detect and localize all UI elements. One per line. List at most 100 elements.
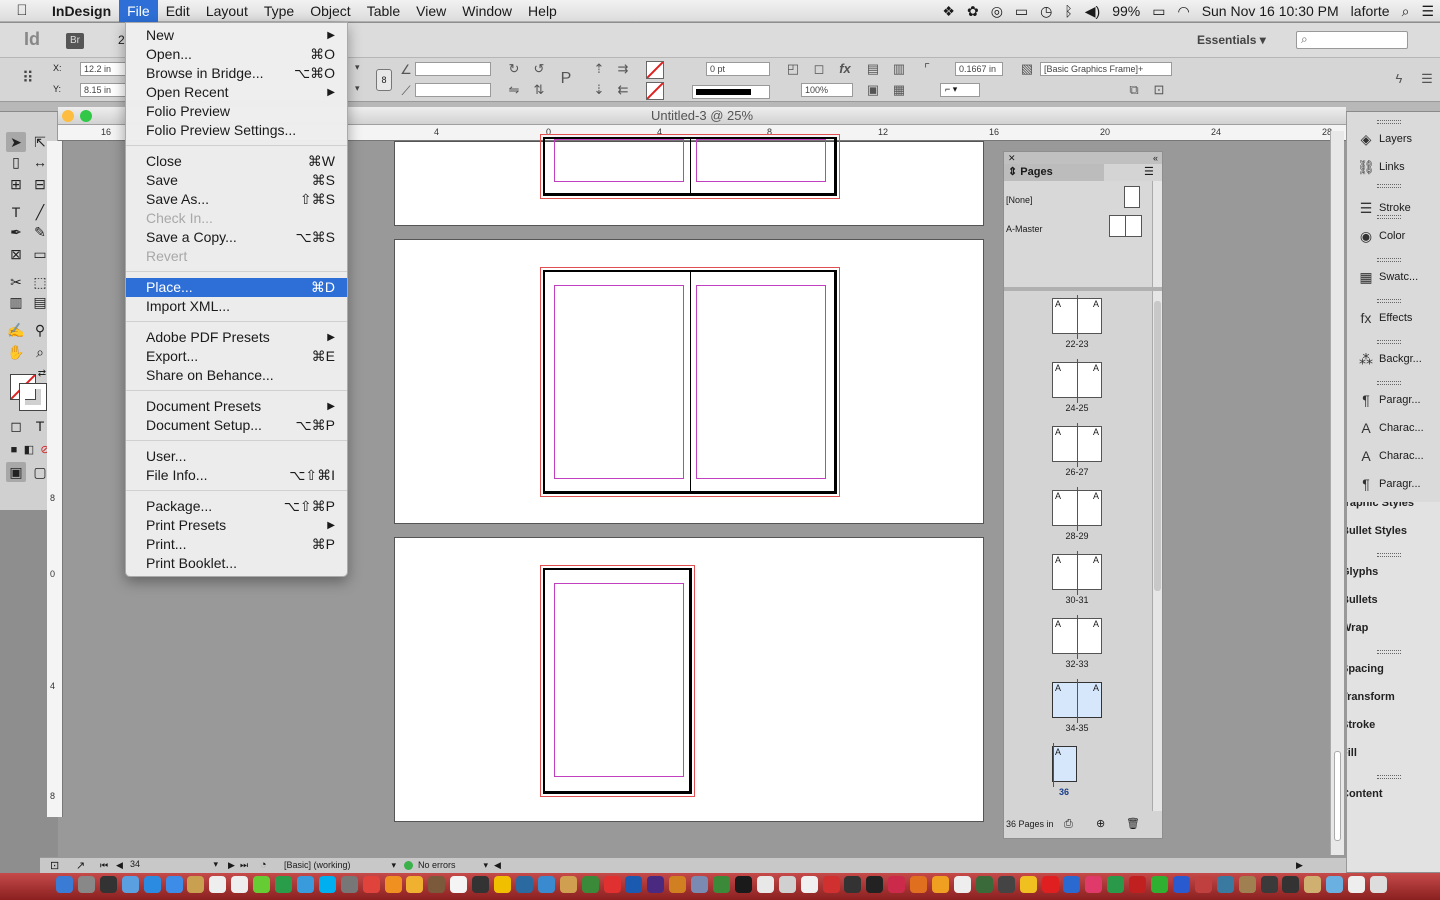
select-content-icon[interactable]: ⇣	[590, 81, 608, 99]
gradient-swatch-tool-icon[interactable]: ▥	[6, 292, 26, 312]
corner-options-icon[interactable]: ⌜	[918, 60, 936, 78]
style-options-icon[interactable]: ⊡	[1150, 81, 1168, 99]
type-tool-icon[interactable]: T	[6, 202, 26, 222]
master-a[interactable]: A-Master	[1006, 224, 1043, 234]
dock-app-icon[interactable]	[450, 876, 468, 893]
menu-item-file-info[interactable]: File Info... ⌥⇧⌘I	[126, 466, 347, 485]
previous-page-icon[interactable]: ◀	[116, 860, 123, 871]
dock-panel-tab[interactable]: Glyphs	[1347, 566, 1378, 578]
rotation-angle-field[interactable]	[415, 62, 491, 76]
section-divider[interactable]	[1004, 287, 1162, 291]
page-tool-icon[interactable]: ▯	[6, 152, 26, 172]
dock-panel-tab[interactable]: Wrap	[1347, 622, 1368, 634]
airplay-icon[interactable]: ▭	[1015, 3, 1028, 20]
dock-panel-tab[interactable]: Graphic Styles	[1347, 502, 1414, 509]
dock-app-icon[interactable]	[647, 876, 665, 893]
page-size-icon[interactable]: ⎙	[1064, 815, 1073, 833]
menu-item-document-presets[interactable]: Document Presets ▶	[126, 397, 347, 416]
dock-app-icon[interactable]	[713, 876, 730, 893]
panel-group-grip[interactable]	[1377, 381, 1401, 385]
menu-help[interactable]: Help	[520, 0, 565, 22]
menu-view[interactable]: View	[408, 0, 454, 22]
preflight-profile-dropdown[interactable]: [Basic] (working) ▾	[284, 860, 396, 870]
first-page-icon[interactable]: ⏮	[100, 860, 108, 871]
menu-item-place[interactable]: Place... ⌘D	[126, 278, 347, 297]
dock-app-icon[interactable]	[1260, 876, 1278, 893]
pages-panel-header[interactable]: ✕ «	[1004, 152, 1162, 164]
notification-center-icon[interactable]: ☰	[1421, 3, 1434, 20]
y-position-field[interactable]: 8.15 in	[80, 83, 126, 97]
scissors-tool-icon[interactable]: ✂	[6, 272, 26, 292]
menu-item-adobe-pdf-presets[interactable]: Adobe PDF Presets ▶	[126, 328, 347, 347]
pages-scroll-thumb[interactable]	[1154, 301, 1161, 591]
content-collector-icon[interactable]: ⊞	[6, 174, 26, 194]
zoom-button[interactable]	[80, 110, 92, 122]
preflight-icon[interactable]: ⊡	[50, 859, 59, 872]
menu-item-save-a-copy[interactable]: Save a Copy... ⌥⌘S	[126, 228, 347, 247]
dock-app-icon[interactable]	[1282, 876, 1300, 893]
clock[interactable]: Sun Nov 16 10:30 PM	[1202, 3, 1339, 19]
volume-icon[interactable]: ◀)	[1085, 3, 1100, 20]
formatting-container-icon[interactable]: ◻	[6, 416, 26, 436]
dock-panel-tab[interactable]: Bullets	[1347, 594, 1378, 606]
spread-thumb-24-25[interactable]: AA	[1052, 359, 1102, 403]
dock-panel-links[interactable]: ⛓ Links	[1353, 154, 1405, 180]
corner-size-field[interactable]: 0.1667 in	[955, 62, 1003, 76]
zoom-level-partial[interactable]: 2	[118, 33, 125, 47]
creative-cloud-icon[interactable]: ✿	[967, 3, 979, 20]
dock-app-icon[interactable]	[494, 876, 511, 893]
object-style-dropdown[interactable]: [Basic Graphics Frame]+	[1040, 62, 1172, 76]
panel-group-grip[interactable]	[1377, 258, 1401, 262]
dock-panel-stroke[interactable]: ☰ Stroke	[1353, 195, 1411, 221]
apple-menu-icon[interactable]: 	[0, 2, 44, 19]
quick-apply-icon[interactable]: ϟ	[1390, 70, 1408, 88]
dock-app-icon[interactable]	[603, 876, 621, 893]
rotate-ccw-icon[interactable]: ↺	[530, 60, 548, 78]
dock-app-icon[interactable]	[472, 876, 490, 893]
dock-panel-background-tasks[interactable]: ⁂ Backgr...	[1353, 346, 1422, 372]
dock-app-icon[interactable]	[1304, 876, 1322, 893]
x-position-field[interactable]: 12.2 in	[80, 62, 126, 76]
menu-item-import-xml[interactable]: Import XML...	[126, 297, 347, 316]
select-container-icon[interactable]: ⇡	[590, 60, 608, 78]
fit-content-icon[interactable]: ▣	[864, 81, 882, 99]
normal-view-mode-icon[interactable]: ▣	[6, 462, 26, 482]
spread-2-pages[interactable]	[540, 267, 840, 497]
menu-item-save[interactable]: Save ⌘S	[126, 171, 347, 190]
dock-app-icon[interactable]	[143, 876, 161, 893]
menu-item-package[interactable]: Package... ⌥⇧⌘P	[126, 497, 347, 516]
panel-group-grip[interactable]	[1377, 553, 1401, 557]
dock-panel-swatches[interactable]: ▦ Swatc...	[1353, 264, 1418, 290]
dock-panel-layers[interactable]: ◈ Layers	[1353, 126, 1412, 152]
reference-point-icon[interactable]: ⠿	[22, 68, 34, 88]
menu-item-open-recent[interactable]: Open Recent ▶	[126, 83, 347, 102]
text-wrap-none-icon[interactable]: ▤	[864, 60, 882, 78]
scroll-thumb[interactable]	[1334, 751, 1341, 841]
effects-shadow-icon[interactable]: ◻	[810, 60, 828, 78]
dock-panel-tab[interactable]: Bullet Styles	[1347, 525, 1407, 537]
rotate-cw-icon[interactable]: ↻	[505, 60, 523, 78]
dock-app-icon[interactable]	[1129, 876, 1147, 893]
dock-app-icon[interactable]	[362, 876, 380, 893]
flip-vertical-icon[interactable]: ⇅	[530, 81, 548, 99]
dock-app-icon[interactable]	[209, 876, 227, 893]
spread-thumb-30-31[interactable]: AA	[1052, 551, 1102, 595]
dock-panel-tab[interactable]: Transform	[1347, 691, 1395, 703]
opacity-field[interactable]: 100%	[801, 83, 853, 97]
dock-panel-character[interactable]: A Charac...	[1353, 415, 1423, 441]
errors-dropdown[interactable]: No errors ▾	[418, 860, 488, 870]
spread-thumb-26-27[interactable]: AA	[1052, 423, 1102, 467]
time-machine-icon[interactable]: ◷	[1040, 3, 1052, 20]
dock-app-icon[interactable]	[734, 876, 752, 893]
menu-item-browse-in-bridge[interactable]: Browse in Bridge... ⌥⌘O	[126, 64, 347, 83]
width-dropdown[interactable]: ▾	[355, 62, 371, 76]
open-in-window-icon[interactable]: ↗	[76, 859, 85, 872]
user-name[interactable]: laforte	[1351, 3, 1390, 19]
dock-app-icon[interactable]	[844, 876, 862, 893]
stroke-type-dropdown[interactable]	[692, 85, 770, 99]
select-next-object-icon[interactable]: ⇉	[614, 60, 632, 78]
panel-menu-icon[interactable]: ☰	[1418, 70, 1436, 88]
dock-app-icon[interactable]	[340, 876, 358, 893]
stroke-swatch-icon[interactable]	[19, 383, 47, 411]
dock-app-icon[interactable]	[975, 876, 993, 893]
